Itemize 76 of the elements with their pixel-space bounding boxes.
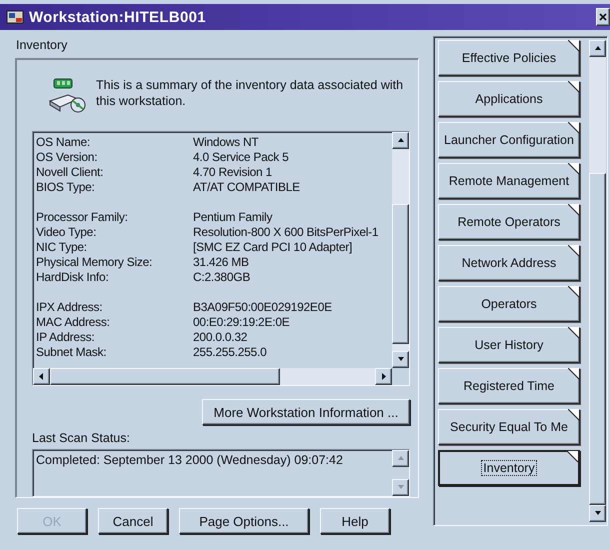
property-label: IPX Address: (36, 300, 104, 315)
dialog-button[interactable]: Help (320, 508, 390, 534)
folded-corner-icon (568, 409, 580, 421)
property-label: Video Type: (36, 225, 98, 240)
folded-corner-icon (568, 40, 580, 52)
property-value: 31.426 MB (193, 255, 249, 270)
page-tab[interactable]: Effective Policies (438, 40, 580, 76)
scroll-up-button[interactable] (392, 450, 409, 467)
property-value: Resolution-800 X 600 BitsPerPixel-1 (193, 225, 378, 240)
scroll-down-button[interactable] (392, 479, 409, 496)
folded-corner-icon (568, 163, 580, 175)
scroll-up-button[interactable] (589, 40, 606, 57)
dialog-button[interactable]: Page Options... (179, 508, 309, 534)
page-tab[interactable]: User History (438, 327, 580, 363)
property-value: B3A09F50:00E029192E0E (193, 300, 332, 315)
property-value: 200.0.0.32 (193, 330, 248, 345)
property-label: Novell Client: (36, 165, 104, 180)
folded-corner-icon (568, 368, 580, 380)
property-label: HardDisk Info: (36, 270, 110, 285)
scroll-right-button[interactable] (375, 368, 392, 385)
property-label: Processor Family: (36, 210, 129, 225)
folded-corner-icon (568, 81, 580, 93)
page-tab[interactable]: Inventory (438, 450, 580, 486)
property-label: Physical Memory Size: (36, 255, 154, 270)
property-label: OS Version: (36, 150, 98, 165)
summary-text: This is a summary of the inventory data associated with this workstation. (96, 77, 404, 109)
property-label: BIOS Type: (36, 180, 96, 195)
page-tab[interactable]: Remote Operators (438, 204, 580, 240)
status-field[interactable]: Completed: September 13 2000 (Wednesday) 09:07:42 (32, 449, 410, 497)
property-value: AT/AT COMPATIBLE (193, 180, 300, 195)
more-info-button[interactable]: More Workstation Information ... (202, 399, 410, 425)
workstation-icon (48, 77, 88, 115)
folded-corner-icon (568, 327, 580, 339)
page-title: Inventory (15, 37, 68, 54)
scroll-thumb[interactable] (392, 204, 409, 344)
field-label: Last Scan Status: (32, 431, 131, 445)
property-label: MAC Address: (36, 315, 111, 330)
property-value: [SMC EZ Card PCI 10 Adapter] (193, 240, 352, 255)
property-value: 255.255.255.0 (193, 345, 266, 360)
page-tab[interactable]: Remote Management (438, 163, 580, 199)
property-label: NIC Type: (36, 240, 88, 255)
property-value: 4.0 Service Pack 5 (193, 150, 289, 165)
scroll-up-button[interactable] (392, 132, 409, 149)
scroll-down-button[interactable] (589, 505, 606, 522)
folded-corner-icon (568, 204, 580, 216)
property-value: 00:E0:29:19:2E:0E (193, 315, 290, 330)
window-title: Workstation:HITELB001 (29, 8, 206, 26)
property-value: C:2.380GB (193, 270, 250, 285)
page-tab[interactable]: Network Address (438, 245, 580, 281)
page-tab[interactable]: Security Equal To Me (438, 409, 580, 445)
dialog-button[interactable]: Cancel (98, 508, 168, 534)
page-tab[interactable]: Applications (438, 81, 580, 117)
folded-corner-icon (568, 122, 580, 134)
property-value: 4.70 Revision 1 (193, 165, 272, 180)
up-arrow-icon (592, 44, 602, 53)
property-value: Pentium Family (193, 210, 272, 225)
scroll-thumb[interactable] (50, 368, 280, 385)
folded-corner-icon (567, 451, 579, 463)
close-button[interactable] (596, 8, 610, 26)
page-tab[interactable]: Operators (438, 286, 580, 322)
page-tab[interactable]: Launcher Configuration (438, 122, 580, 158)
up-arrow-icon (396, 136, 406, 145)
close-icon (599, 13, 607, 21)
folded-corner-icon (568, 286, 580, 298)
scroll-left-button[interactable] (33, 368, 50, 385)
up-arrow-icon (396, 454, 406, 463)
property-label: IP Address: (36, 330, 96, 345)
property-label: OS Name: (36, 135, 92, 150)
status-text: Completed: September 13 2000 (Wednesday) 09:07:42 (36, 453, 343, 467)
folded-corner-icon (568, 245, 580, 257)
property-value: Windows NT (193, 135, 259, 150)
page-tab[interactable]: Registered Time (438, 368, 580, 404)
scroll-down-button[interactable] (392, 351, 409, 368)
property-label: Subnet Mask: (36, 345, 108, 360)
window-icon (6, 9, 24, 25)
scroll-thumb[interactable] (589, 173, 606, 505)
